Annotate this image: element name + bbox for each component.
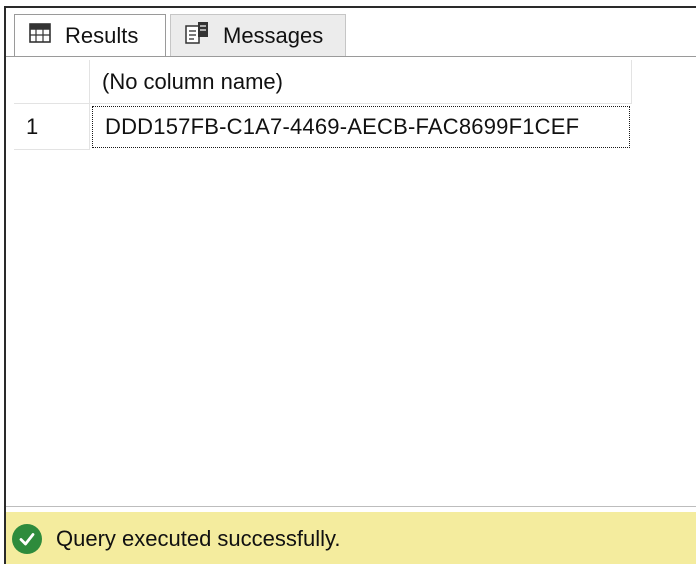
grid-icon <box>29 22 51 49</box>
tab-results[interactable]: Results <box>14 14 166 56</box>
row-number[interactable]: 1 <box>14 104 90 150</box>
tab-messages-label: Messages <box>223 22 324 48</box>
grid-header-row: (No column name) <box>14 60 696 104</box>
query-results-pane: Results Messages (No column name) 1 DDD1… <box>4 6 696 564</box>
messages-icon <box>185 21 209 51</box>
grid-bottom-border <box>6 506 696 507</box>
tabstrip-divider <box>6 56 696 57</box>
grid-corner-cell[interactable] <box>14 60 90 104</box>
status-bar: Query executed successfully. <box>6 512 696 564</box>
results-grid[interactable]: (No column name) 1 DDD157FB-C1A7-4469-AE… <box>14 60 696 506</box>
table-row[interactable]: 1 DDD157FB-C1A7-4469-AECB-FAC8699F1CEF <box>14 104 696 150</box>
tab-messages[interactable]: Messages <box>170 14 346 56</box>
tab-results-label: Results <box>65 22 139 48</box>
success-check-icon <box>12 524 42 554</box>
grid-cell-selected[interactable]: DDD157FB-C1A7-4469-AECB-FAC8699F1CEF <box>92 106 630 148</box>
status-text: Query executed successfully. <box>56 526 341 551</box>
column-header[interactable]: (No column name) <box>90 60 632 104</box>
results-tabstrip: Results Messages <box>6 8 696 60</box>
